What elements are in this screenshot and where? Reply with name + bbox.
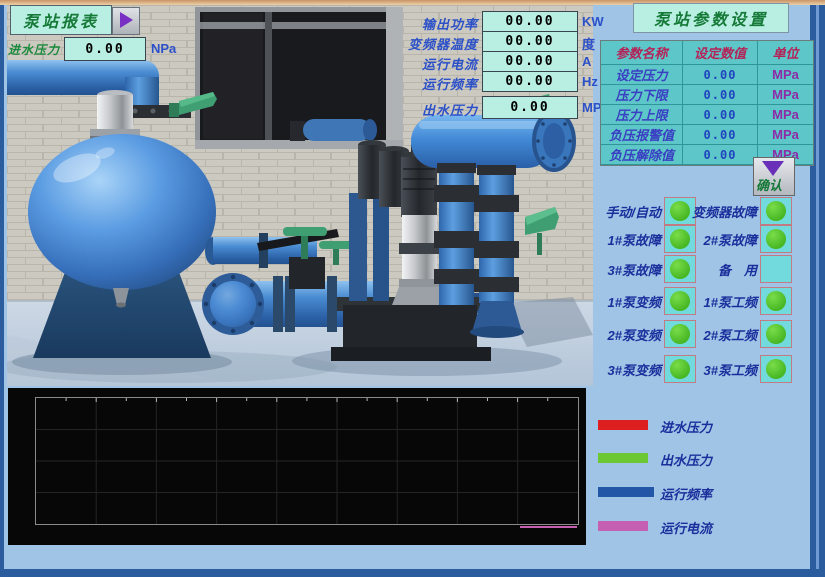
legend-label-frequency: 运行频率: [660, 484, 712, 503]
status-label-pump1-mains: 1#泵工频: [683, 292, 757, 311]
status-label-auto-manual: 手动/自动: [595, 202, 661, 221]
readout-value-current: 00.00: [482, 51, 578, 72]
status-label-pump2-fault: 2#泵故障: [683, 230, 757, 249]
legend-swatch-current: [598, 521, 648, 531]
status-lamp-pump3-mains: [760, 355, 792, 383]
report-button[interactable]: 泵站报表: [10, 5, 112, 35]
status-label-spare: 备 用: [683, 260, 757, 279]
readout-label-current: 运行电流: [360, 54, 478, 73]
status-lamp-vfd-fault: [760, 197, 792, 225]
confirm-arrow-icon: [762, 161, 784, 176]
legend-swatch-frequency: [598, 487, 654, 497]
status-label-pump3-vfd: 3#泵变频: [595, 360, 661, 379]
param-name: 负压解除值: [601, 145, 683, 165]
legend-swatch-inlet: [598, 420, 648, 430]
inlet-pressure-label: 进水压力: [8, 41, 60, 58]
status-label-pump1-vfd: 1#泵变频: [595, 292, 661, 311]
status-label-pump3-mains: 3#泵工频: [683, 360, 757, 379]
trend-legend: 进水压力 出水压力 运行频率 运行电流: [598, 410, 818, 540]
status-label-vfd-fault: 变频器故障: [683, 202, 757, 221]
trend-grid: [36, 398, 578, 524]
param-unit: MPa: [758, 85, 813, 105]
outlet-pressure-label: 出水压力: [404, 100, 478, 119]
readout-unit-current: A: [582, 54, 591, 69]
status-lamp-pump2-fault: [760, 225, 792, 253]
readout-label-vfd-temp: 变频器温度: [360, 34, 478, 53]
status-lamp-spare: [760, 255, 792, 283]
legend-label-outlet: 出水压力: [660, 450, 712, 469]
status-lamp-pump2-mains: [760, 320, 792, 348]
legend-label-inlet: 进水压力: [660, 417, 712, 436]
param-value-input[interactable]: 0.00: [683, 85, 758, 105]
legend-item: 出水压力: [598, 450, 818, 466]
param-name: 压力下限: [601, 85, 683, 105]
readout-label-frequency: 运行频率: [360, 74, 478, 93]
trend-chart: [8, 388, 586, 545]
status-label-pump2-mains: 2#泵工频: [683, 325, 757, 344]
window-border-left: [0, 5, 4, 577]
status-lamp-pump1-mains: [760, 287, 792, 315]
play-icon: [120, 12, 133, 28]
legend-swatch-outlet: [598, 453, 648, 463]
status-label-pump2-vfd: 2#泵变频: [595, 325, 661, 344]
readout-unit-vfd-temp: 度: [582, 34, 595, 53]
table-header-value: 设定数值: [683, 41, 758, 65]
lamp-icon: [766, 359, 786, 379]
manifold-end-cap: [534, 112, 574, 170]
legend-label-current: 运行电流: [660, 518, 712, 537]
report-nav-button[interactable]: [112, 7, 140, 35]
table-header-name: 参数名称: [601, 41, 683, 65]
param-value-input[interactable]: 0.00: [683, 105, 758, 125]
current-trace: [520, 526, 577, 528]
legend-item: 进水压力: [598, 417, 818, 433]
param-unit: MPa: [758, 125, 813, 145]
inlet-pressure-value: 0.00: [64, 37, 146, 61]
outlet-pressure-value: 0.00: [482, 96, 578, 119]
legend-item: 运行电流: [598, 518, 818, 534]
lamp-icon: [766, 201, 786, 221]
legend-item: 运行频率: [598, 484, 818, 500]
status-indicator-grid: 手动/自动 变频器故障 1#泵故障 2#泵故障 3#泵故障 备 用 1#泵变频 …: [595, 197, 811, 387]
lamp-icon: [766, 229, 786, 249]
inlet-pressure-unit: NPa: [151, 41, 176, 56]
param-unit: MPa: [758, 105, 813, 125]
pump-base: [331, 297, 491, 361]
parameter-table: 参数名称 设定数值 单位 设定压力 0.00 MPa 压力下限 0.00 MPa…: [600, 40, 814, 166]
confirm-button[interactable]: 确认: [753, 157, 795, 196]
readout-unit-power: KW: [582, 14, 604, 29]
readout-value-vfd-temp: 00.00: [482, 31, 578, 52]
window-border-bottom: [0, 569, 825, 577]
param-name: 设定压力: [601, 65, 683, 85]
front-flange-cap: [202, 273, 264, 335]
trend-plot-area: [35, 397, 579, 525]
param-value-input[interactable]: 0.00: [683, 125, 758, 145]
readout-value-power: 00.00: [482, 11, 578, 32]
param-value-input[interactable]: 0.00: [683, 145, 758, 165]
confirm-button-label: 确认: [756, 175, 782, 194]
table-header-unit: 单位: [758, 41, 813, 65]
status-label-pump1-fault: 1#泵故障: [595, 230, 661, 249]
outlet-manifold: [411, 115, 553, 175]
param-name: 压力上限: [601, 105, 683, 125]
settings-panel-title: 泵站参数设置: [633, 3, 789, 33]
param-unit: MPa: [758, 65, 813, 85]
param-value-input[interactable]: 0.00: [683, 65, 758, 85]
pump-station-hmi: { "header": { "report_button_label": "泵站…: [0, 0, 825, 577]
readout-value-frequency: 00.00: [482, 71, 578, 92]
param-name: 负压报警值: [601, 125, 683, 145]
lamp-icon: [766, 291, 786, 311]
status-label-pump3-fault: 3#泵故障: [595, 260, 661, 279]
readout-unit-frequency: Hz: [582, 74, 598, 89]
tank-top-cylinder: [90, 90, 140, 139]
lamp-icon: [766, 324, 786, 344]
readout-label-power: 输出功率: [360, 14, 478, 33]
